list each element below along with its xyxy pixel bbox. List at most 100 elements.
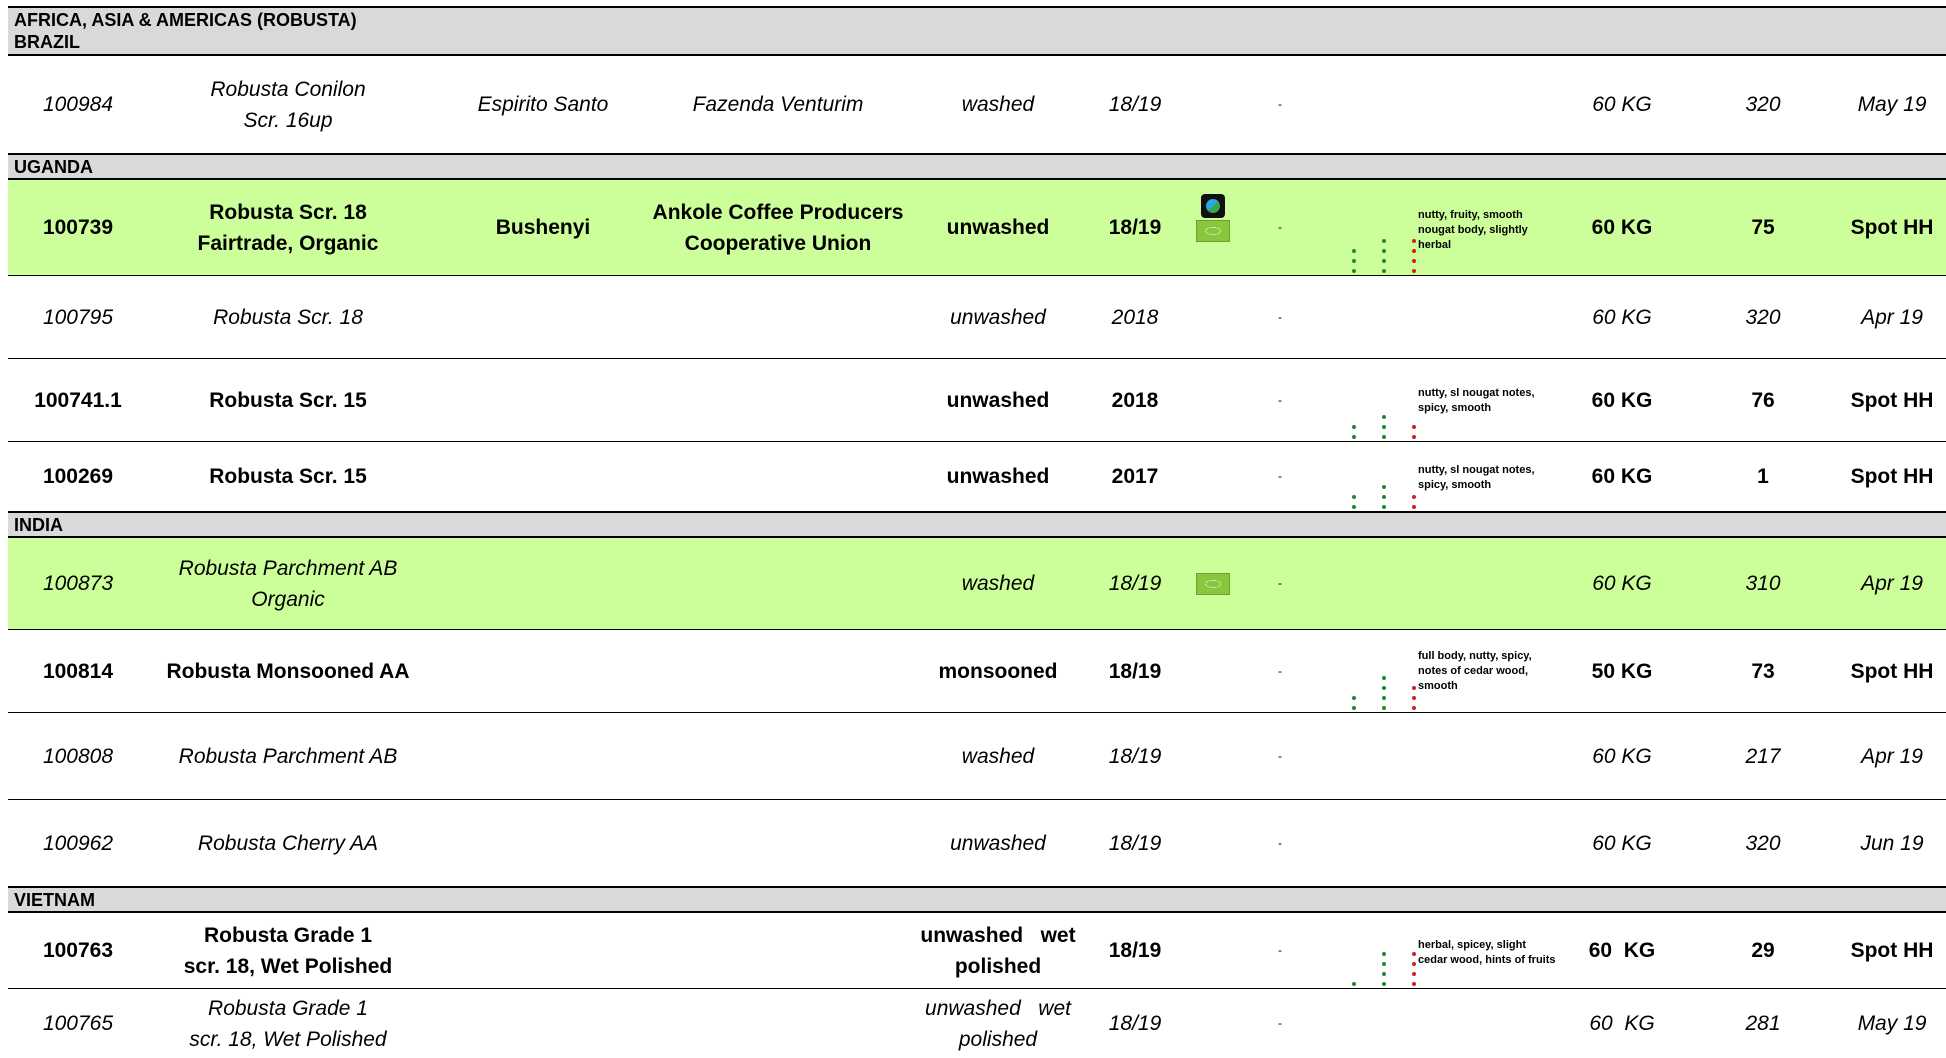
bag-size: 60 KG (1592, 744, 1652, 768)
placeholder-dash: - (1278, 309, 1282, 324)
section-header-vietnam: VIETNAM (8, 887, 1946, 913)
lot-id: 100739 (42, 216, 114, 239)
lot-id: 100984 (42, 93, 114, 116)
placeholder-dash: - (1278, 392, 1282, 407)
lot-id: 100873 (42, 572, 114, 595)
quantity: 75 (1751, 216, 1775, 239)
description-line2: Organic (251, 587, 325, 611)
availability: Apr 19 (1861, 572, 1923, 595)
lot-id: 100741.1 (34, 388, 122, 412)
description: Robusta Scr. 15 (209, 465, 367, 488)
process-line1: unwashed wet (920, 923, 1076, 947)
bag-size: 60 KG (1591, 216, 1653, 239)
process: unwashed wet polished (908, 913, 1088, 988)
section-header-india: INDIA (8, 512, 1946, 538)
dot-column-green (1382, 233, 1386, 273)
dot-column-red (1412, 946, 1416, 986)
description-line1: Robusta Grade 1 (208, 996, 368, 1020)
crop-year: 18/19 (1108, 216, 1162, 239)
crop-year: 18/19 (1108, 1012, 1162, 1035)
region: Bushenyi (495, 216, 591, 239)
table-row: 100984 Robusta Conilon Scr. 16up Espirit… (8, 56, 1946, 154)
dot-column-green (1352, 489, 1356, 509)
placeholder-dash: - (1278, 663, 1282, 678)
crop-year: 18/19 (1108, 659, 1162, 683)
section-name: UGANDA (14, 157, 93, 177)
lot-id: 100765 (42, 1012, 114, 1035)
bag-size: 50 KG (1591, 659, 1653, 683)
bag-size: 60 KG (1592, 93, 1652, 116)
bag-size: 60 KG (1589, 1012, 1655, 1035)
placeholder-dash: - (1278, 469, 1282, 483)
lot-id: 100795 (42, 305, 114, 329)
availability: Spot HH (1850, 388, 1934, 412)
eu-organic-leaf-icon (1196, 572, 1230, 595)
dot-column-green (1352, 243, 1356, 273)
table-row: 100814 Robusta Monsooned AA monsooned 18… (8, 630, 1946, 713)
dot-column-red (1412, 489, 1416, 509)
bag-size: 60 KG (1591, 465, 1653, 488)
description: Robusta Conilon Scr. 16up (158, 56, 418, 153)
dot-column-green (1352, 976, 1356, 986)
crop-year: 2017 (1111, 465, 1159, 488)
table-row: 100808 Robusta Parchment AB washed 18/19… (8, 713, 1946, 800)
certifications (1183, 538, 1243, 629)
description-line1: Robusta Conilon (210, 77, 366, 101)
coffee-offer-sheet: AFRICA, ASIA & AMERICAS (ROBUSTA) BRAZIL… (0, 0, 1946, 1058)
quantity: 76 (1751, 388, 1775, 412)
description-line2: Scr. 16up (243, 108, 333, 132)
crop-year: 18/19 (1108, 572, 1162, 595)
process-line1: unwashed wet (925, 996, 1071, 1020)
section-header-brazil: BRAZIL (8, 30, 1946, 56)
tasting-notes: nutty, fruity, smooth nougat body, sligh… (1418, 209, 1528, 251)
table-row: 100962 Robusta Cherry AA unwashed 18/19 … (8, 800, 1946, 887)
crop-year: 18/19 (1108, 744, 1162, 768)
farm: Ankole Coffee Producers Cooperative Unio… (652, 200, 904, 255)
availability: May 19 (1857, 93, 1927, 116)
description-line2: Fairtrade, Organic (197, 231, 379, 255)
process: washed (961, 93, 1035, 116)
crop-year: 18/19 (1108, 93, 1162, 116)
region: Espirito Santo (477, 93, 609, 116)
certifications (1183, 180, 1243, 275)
availability: Spot HH (1850, 465, 1934, 488)
lot-id: 100962 (42, 831, 114, 855)
process: washed (961, 572, 1035, 595)
placeholder-dash: - (1278, 943, 1282, 957)
quantity: 217 (1745, 744, 1781, 768)
section-name: VIETNAM (14, 890, 95, 910)
availability: Apr 19 (1861, 744, 1923, 768)
placeholder-dash: - (1278, 1016, 1282, 1030)
description-line1: Robusta Grade 1 (203, 923, 373, 947)
crop-year: 18/19 (1108, 939, 1162, 962)
availability: Jun 19 (1860, 831, 1924, 855)
description: Robusta Grade 1 scr. 18, Wet Polished (158, 913, 418, 988)
description: Robusta Scr. 15 (209, 388, 367, 412)
description-line2: scr. 18, Wet Polished (183, 954, 393, 978)
table-row: 100763 Robusta Grade 1 scr. 18, Wet Poli… (8, 913, 1946, 989)
crop-year: 18/19 (1108, 831, 1162, 855)
description: Robusta Cherry AA (197, 831, 379, 855)
process: unwashed (950, 831, 1046, 855)
flavor-profile-dots (1328, 913, 1428, 988)
tasting-notes: nutty, sl nougat notes, spicy, smooth (1418, 387, 1535, 414)
availability: May 19 (1857, 1012, 1927, 1035)
table-row: 100873 Robusta Parchment AB Organic wash… (8, 538, 1946, 630)
process: unwashed wet polished (908, 989, 1088, 1058)
table-row: 100741.1 Robusta Scr. 15 unwashed 2018 -… (8, 359, 1946, 442)
flavor-profile-dots (1328, 442, 1428, 511)
bag-size: 60 KG (1592, 305, 1652, 329)
placeholder-dash: - (1278, 748, 1282, 763)
bag-size: 60 KG (1592, 572, 1652, 595)
availability: Spot HH (1850, 659, 1934, 683)
bag-size: 60 KG (1588, 939, 1656, 962)
crop-year: 2018 (1111, 388, 1159, 412)
process: unwashed (946, 216, 1050, 239)
fairtrade-icon (1201, 194, 1225, 218)
process: monsooned (938, 659, 1058, 683)
process-line2: polished (954, 954, 1042, 978)
quantity: 29 (1751, 939, 1775, 962)
flavor-profile-dots (1328, 630, 1428, 712)
lot-id: 100763 (42, 939, 114, 962)
tasting-notes: herbal, spicey, slight cedar wood, hints… (1418, 939, 1556, 966)
